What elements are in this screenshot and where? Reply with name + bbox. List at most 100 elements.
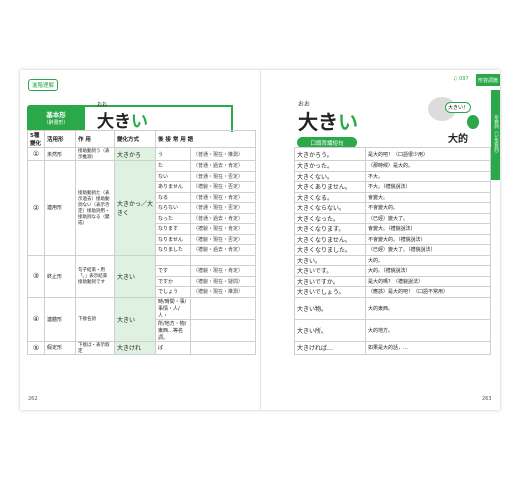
child-illustration <box>467 115 479 129</box>
example-sentence: 大きくなりました。 <box>294 244 366 256</box>
example-sentence: 大きいですか。 <box>294 275 366 287</box>
row-number: ① <box>27 147 45 161</box>
following-word <box>155 254 191 266</box>
column-spacer <box>256 319 295 341</box>
example-sentence: 大きくなる。 <box>294 191 366 203</box>
following-word: なりました <box>155 244 191 256</box>
following-word: う <box>155 147 191 161</box>
following-word: なった <box>155 212 191 224</box>
usage-note <box>190 340 256 355</box>
usage-note: （普通・現在・推測） <box>190 147 256 161</box>
example-sentence: 大きくありません。 <box>294 181 366 193</box>
column-spacer <box>256 341 295 354</box>
usage-note: （普通・現在・否定） <box>190 170 256 182</box>
conjugation-use: 下接ば・表示假定 <box>75 340 115 355</box>
translation: （應該）是大的吧！（口語不常用） <box>365 286 491 298</box>
usage-note: （普通・現在・肯定） <box>190 191 256 203</box>
example-sentence: 大きくなります。 <box>294 223 366 235</box>
usage-note: （禮貌・過去・肯定） <box>190 244 256 256</box>
column-spacer <box>256 148 295 161</box>
page-number-left: 262 <box>28 396 38 402</box>
translation: 不大。 <box>365 170 491 182</box>
conjugation-form: 假定形 <box>44 340 76 355</box>
header-cell: 變化方式 <box>114 130 156 148</box>
example-sentence: 大きくない。 <box>294 170 366 182</box>
example-sentence: 大きかった。 <box>294 160 366 172</box>
side-strip: 形容詞（い形容詞） <box>491 90 500 180</box>
conjugation-form: 未然形 <box>44 147 76 161</box>
column-spacer <box>256 234 295 245</box>
table-row: ③ 終止形 句子結束・用「。」表示結束 接助動詞です 大きい 大きい。 大的。 <box>27 254 491 298</box>
usage-note: （禮貌・現在・推測） <box>190 286 256 298</box>
following-word: なる <box>155 191 191 203</box>
translation: 是大的吧！（口語很少用） <box>365 147 491 161</box>
conjugation-use: 句子結束・用「。」表示結束 接助動詞です <box>75 254 115 298</box>
following-word: です <box>155 265 191 277</box>
translation: 會變大。（禮貌說法） <box>365 223 491 235</box>
base-form-label: 基本形 （辭書形） <box>27 105 85 130</box>
conjugation-use: 接助動詞た（表示過去）接助動詞ない（表示否定）接助詞用・接助詞なる（變成） <box>75 160 115 256</box>
following-word: ない <box>155 170 191 182</box>
row-number: ③ <box>27 254 45 298</box>
example-sentence: 大きくならない。 <box>294 202 366 214</box>
conjugation-change: 大きかっ／大きく <box>114 160 156 256</box>
following-word: た <box>155 160 191 172</box>
translation: （那時候）是大的。 <box>365 160 491 172</box>
usage-note: （禮貌・現在・肯定） <box>190 223 256 235</box>
column-spacer <box>256 213 295 224</box>
column-spacer <box>256 171 295 182</box>
base-form-word: おお 大きい <box>97 102 148 132</box>
translation: 大的地方。 <box>365 318 491 342</box>
example-sentence: 大きい。 <box>294 254 366 266</box>
example-sentence: 大きい物。 <box>294 296 366 320</box>
right-word-ruby: おお <box>298 101 311 108</box>
translation: 不會變大的。（禮貌說法） <box>365 233 491 245</box>
following-word: でしょう <box>155 286 191 298</box>
column-spacer <box>256 182 295 193</box>
example-sentence: 大きければ… <box>294 340 366 355</box>
base-form-subtitle: （辭書形） <box>43 120 69 126</box>
conjugation-form: 連用形 <box>44 160 76 256</box>
conjugation-change: 大きかろ <box>114 147 156 161</box>
translation: 大的東西。 <box>365 296 491 320</box>
translation: （已經）變大了。 <box>365 212 491 224</box>
column-spacer <box>256 297 295 319</box>
column-spacer <box>256 287 295 298</box>
usage-note: （禮貌・現在・疑問） <box>190 275 256 287</box>
chapter-tab: 形容詞篇 <box>476 74 500 86</box>
example-sentence: 大きくなった。 <box>294 212 366 224</box>
conjugation-use: 接助動詞う（表示推測） <box>75 147 115 161</box>
translation: 不會變大的。 <box>365 202 491 214</box>
row-number: ④ <box>27 296 45 342</box>
translation: （已經）變大了。（禮貌說法） <box>365 244 491 256</box>
usage-note: （禮貌・現在・肯定） <box>190 265 256 277</box>
table-row: ④ 連體形 下接名詞 大きい 時/時間・事/事情・人/人・ 大きい物。 大的東西。 <box>27 296 491 342</box>
translation: 如果是大的話，… <box>365 340 491 355</box>
table-row: ① 未然形 接助動詞う（表示推測） 大きかろう（普通・現在・推測） 大きかろう。 是大的吧… <box>27 147 491 161</box>
base-form-title: 基本形 <box>46 111 66 119</box>
column-spacer <box>256 203 295 214</box>
speech-bubble: 大きい！ <box>445 102 472 113</box>
usage-note: （普通・現在・否定） <box>190 202 256 214</box>
column-spacer <box>256 245 295 256</box>
column-spacer <box>256 266 295 277</box>
conjugation-form: 連體形 <box>44 296 76 342</box>
following-word: なりません <box>155 233 191 245</box>
conjugation-table: 5種變化 活用形 作 用 變化方式 後 接 常 用 語 ① 未然形 接助動詞う（表示… <box>27 130 491 355</box>
following-word: ですか <box>155 275 191 287</box>
translation: 是大的嗎？（禮貌說法） <box>365 275 491 287</box>
usage-note <box>190 318 256 342</box>
column-spacer <box>256 255 295 266</box>
following-word: 時/時間・事/事情・人/人・ <box>155 296 191 320</box>
header-spacer <box>256 131 491 148</box>
row-number: ② <box>27 160 45 256</box>
base-form-word-box: おお 大きい <box>85 102 233 132</box>
column-spacer <box>256 161 295 172</box>
header-cell: 作 用 <box>75 130 115 148</box>
page-number-right: 263 <box>482 396 492 402</box>
translation: 大的。 <box>365 254 491 266</box>
table-row: ⑤ 假定形 下接ば・表示假定 大きければ 大きければ… 如果是大的話，… <box>27 340 491 355</box>
usage-note <box>190 254 256 266</box>
book-spread: 進階理解 ♫ 097 形容詞篇 形容詞（い形容詞） 基本形 （辭書形） おお 大… <box>20 70 500 410</box>
table-header-row: 5種變化 活用形 作 用 變化方式 後 接 常 用 語 <box>27 130 491 148</box>
